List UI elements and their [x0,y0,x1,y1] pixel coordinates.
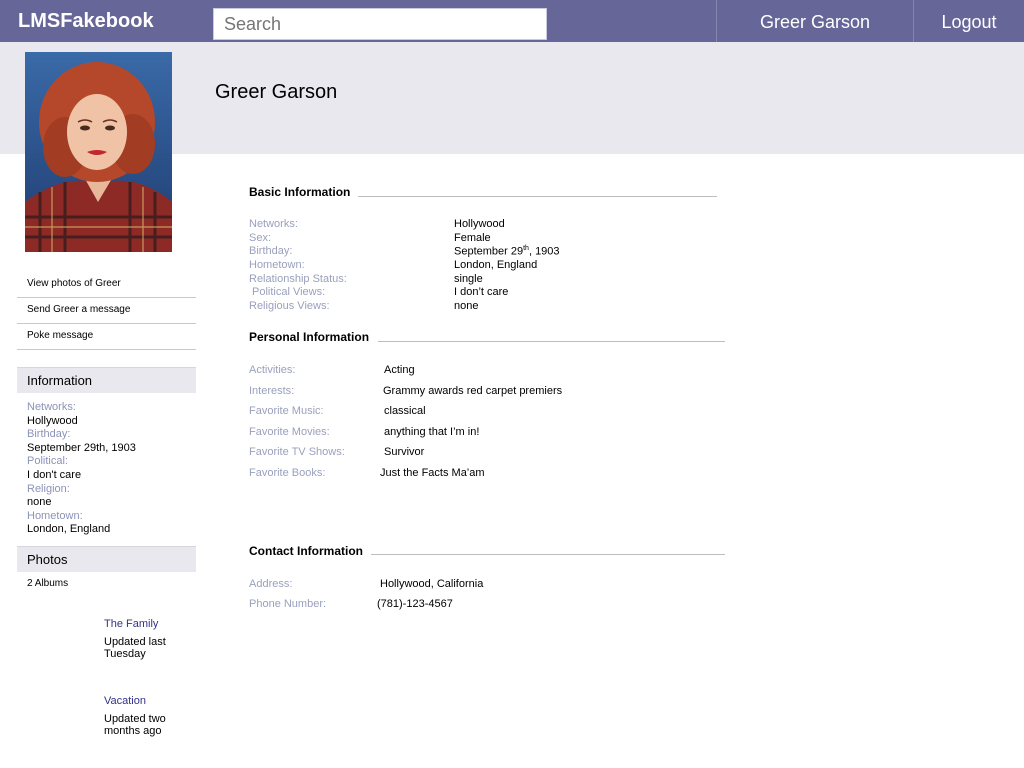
contact-info-title: Contact Information [249,544,363,558]
music-value: classical [384,405,426,417]
movies-label: Favorite Movies: [249,426,330,438]
send-message-link[interactable]: Send Greer a message [17,298,196,324]
sidebar-religion-value: none [27,496,52,509]
album-title[interactable]: The Family [104,618,204,630]
interests-label: Interests: [249,385,295,397]
movies-value: anything that I’m in! [384,426,480,438]
brand-logo[interactable]: LMSFakebook [18,10,154,33]
books-label: Favorite Books: [249,467,326,479]
sidebar-networks-label: Networks: [27,401,76,413]
networks-value: Hollywood [454,218,505,230]
tv-value: Survivor [384,446,425,458]
tv-label: Favorite TV Shows: [249,446,345,458]
profile-actions: View photos of Greer Send Greer a messag… [17,272,196,350]
sidebar-information-header: Information [17,367,196,393]
profile-name: Greer Garson [215,81,338,103]
birthday-month-day: September 29 [454,245,524,258]
birthday-value: September 29th, 1903 [454,245,560,258]
sidebar-birthday-value: September 29th, 1903 [27,441,136,454]
hometown-value: London, England [454,259,538,271]
networks-label: Networks: [249,218,298,230]
sidebar-hometown-value: London, England [27,523,111,536]
nav-user-link[interactable]: Greer Garson [716,0,914,42]
phone-label: Phone Number: [249,598,327,610]
top-nav-bar: LMSFakebook Greer Garson Logout [0,0,1024,42]
activities-value: Acting [384,364,415,376]
sidebar-information-list: Networks: Hollywood Birthday: September … [27,401,197,537]
album-item[interactable]: Vacation Updated two months ago [104,695,204,737]
music-label: Favorite Music: [249,405,324,417]
albums-count[interactable]: 2 Albums [27,578,68,589]
profile-portrait-icon [25,52,172,252]
section-divider [371,554,725,555]
poke-link[interactable]: Poke message [17,324,196,350]
logout-button[interactable]: Logout [914,0,1024,42]
section-divider [378,341,725,342]
sex-label: Sex: [249,232,272,244]
personal-info-title: Personal Information [249,330,370,344]
sidebar-religion-label: Religion: [27,482,70,495]
interests-value: Grammy awards red carpet premiers [383,385,563,397]
religious-value: none [454,300,479,312]
relationship-label: Relationship Status: [249,273,347,285]
religious-label: Religious Views: [249,300,330,312]
sidebar-political-value: I don't care [27,468,82,481]
activities-label: Activities: [249,364,296,376]
sex-value: Female [454,232,491,244]
hometown-label: Hometown: [249,259,305,271]
political-value: I don’t care [454,286,509,298]
search-input[interactable] [213,8,547,40]
political-label: Political Views: [252,286,326,298]
relationship-value: single [454,273,483,285]
address-value: Hollywood, California [380,578,484,590]
birthday-year: , 1903 [528,245,560,258]
album-updated: Updated two months ago [104,713,166,737]
books-value: Just the Facts Ma’am [380,467,485,479]
phone-value: (781)-123-4567 [377,598,453,610]
basic-info-title: Basic Information [249,185,351,199]
view-photos-link[interactable]: View photos of Greer [17,272,196,298]
sidebar-photos-header: Photos [17,546,196,572]
sidebar-networks-value: Hollywood [27,414,78,427]
album-item[interactable]: The Family Updated last Tuesday [104,618,204,660]
album-updated: Updated last Tuesday [104,636,166,660]
album-title[interactable]: Vacation [104,695,204,707]
sidebar-political-label: Political: [27,455,68,468]
birthday-label: Birthday: [249,245,293,257]
profile-photo[interactable] [25,52,172,252]
sidebar-hometown-label: Hometown: [27,509,83,522]
sidebar-birthday-label: Birthday: [27,428,71,441]
section-divider [358,196,717,197]
address-label: Address: [249,578,293,590]
